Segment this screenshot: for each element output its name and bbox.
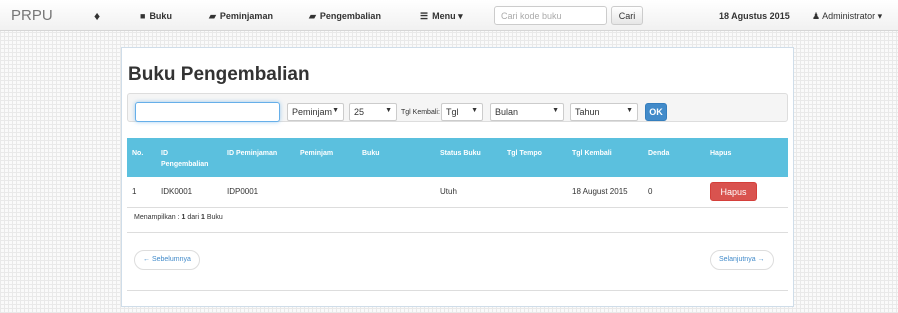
- delete-button[interactable]: Hapus: [710, 182, 757, 202]
- col-header-no: No.: [127, 138, 156, 177]
- col-header-tgl-tempo: Tgl Tempo: [502, 138, 567, 177]
- col-header-peminjam: Peminjam: [295, 138, 357, 177]
- table-row: 1 IDK0001 IDP0001 Utuh 18 August 2015 0 …: [127, 177, 788, 208]
- home-icon[interactable]: ♦: [94, 9, 100, 23]
- tgl-kembali-label: Tgl Kembali:: [401, 109, 440, 116]
- folder-icon: ▰: [209, 11, 216, 21]
- cell-buku: [357, 177, 435, 208]
- user-menu[interactable]: ♟ Administrator ▾: [812, 11, 882, 22]
- search-button[interactable]: Cari: [611, 6, 643, 25]
- caret-down-icon: ▼: [626, 107, 633, 114]
- caret-down-icon: ▼: [385, 107, 392, 114]
- current-date: 18 Agustus 2015: [719, 11, 790, 21]
- col-header-hapus: Hapus: [705, 138, 788, 177]
- col-header-buku: Buku: [357, 138, 435, 177]
- cell-id-pengembalian: IDK0001: [156, 177, 222, 208]
- divider: [127, 290, 788, 291]
- day-select[interactable]: Tgl ▼: [441, 103, 483, 121]
- month-select[interactable]: Bulan ▼: [490, 103, 564, 121]
- nav-item-buku[interactable]: ■ Buku: [140, 11, 172, 21]
- cell-tgl-tempo: [502, 177, 567, 208]
- page-title: Buku Pengembalian: [128, 64, 310, 85]
- previous-page-button[interactable]: ← Sebelumnya: [134, 250, 200, 270]
- col-header-denda: Denda: [643, 138, 705, 177]
- brand-logo[interactable]: PRPU: [11, 7, 53, 24]
- ok-button[interactable]: OK: [645, 103, 667, 121]
- divider: [127, 232, 788, 233]
- caret-down-icon: ▼: [552, 107, 559, 114]
- user-icon: ♟: [812, 11, 821, 21]
- result-summary: Menampilkan : 1 dari 1 Buku: [134, 214, 223, 221]
- next-page-button[interactable]: Selanjutnya →: [710, 250, 774, 270]
- col-header-tgl-kembali: Tgl Kembali: [567, 138, 643, 177]
- cell-peminjam: [295, 177, 357, 208]
- nav-item-peminjaman[interactable]: ▰ Peminjaman: [209, 11, 273, 22]
- filter-search-input[interactable]: [135, 102, 280, 122]
- table-header-row: No. ID Pengembalian ID Peminjaman Peminj…: [127, 138, 788, 177]
- search-input[interactable]: [494, 6, 607, 25]
- cell-id-peminjaman: IDP0001: [222, 177, 295, 208]
- cell-hapus: Hapus: [705, 177, 788, 208]
- pengembalian-table: No. ID Pengembalian ID Peminjaman Peminj…: [127, 138, 788, 208]
- caret-down-icon: ▼: [471, 107, 478, 114]
- nav-item-pengembalian[interactable]: ▰ Pengembalian: [309, 11, 381, 22]
- book-icon: ■: [140, 11, 146, 21]
- content-panel: Buku Pengembalian Peminjam ▼ 25 ▼ Tgl Kemb…: [121, 47, 794, 307]
- folder-open-icon: ▰: [309, 11, 316, 21]
- col-header-id-pengembalian: ID Pengembalian: [156, 138, 222, 177]
- cell-tgl-kembali: 18 August 2015: [567, 177, 643, 208]
- field-select[interactable]: Peminjam ▼: [287, 103, 344, 121]
- year-select[interactable]: Tahun ▼: [570, 103, 638, 121]
- list-icon: ☰: [420, 11, 429, 21]
- col-header-status-buku: Status Buku: [435, 138, 502, 177]
- filter-bar: Peminjam ▼ 25 ▼ Tgl Kembali: Tgl ▼ Bulan ▼ T…: [127, 93, 788, 122]
- col-header-id-peminjaman: ID Peminjaman: [222, 138, 295, 177]
- cell-denda: 0: [643, 177, 705, 208]
- cell-status-buku: Utuh: [435, 177, 502, 208]
- nav-item-menu-dropdown[interactable]: ☰ Menu ▾: [420, 11, 463, 22]
- navbar: PRPU ♦ ■ Buku ▰ Peminjaman ▰ Pengembalian ☰…: [0, 0, 898, 31]
- caret-down-icon: ▼: [332, 107, 339, 114]
- cell-no: 1: [127, 177, 156, 208]
- page-size-select[interactable]: 25 ▼: [349, 103, 397, 121]
